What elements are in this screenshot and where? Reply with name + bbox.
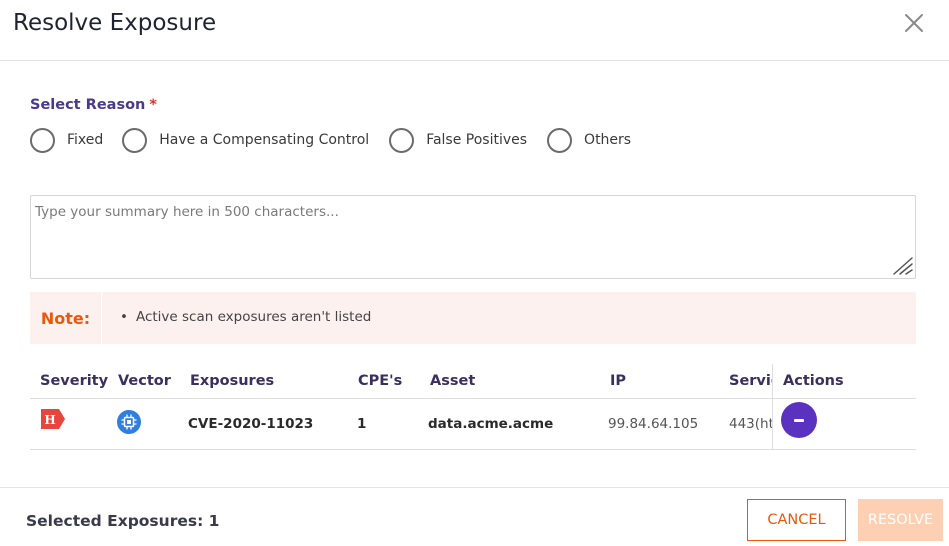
column-header-ip[interactable]: IP xyxy=(610,373,626,389)
radio-label: Fixed xyxy=(67,132,104,148)
asset-name: data.acme.acme xyxy=(428,416,554,432)
table-header-row: Severity Vector Exposures CPE's Asset IP… xyxy=(30,364,916,399)
column-header-asset[interactable]: Asset xyxy=(430,373,475,389)
select-reason-label: Select Reason * xyxy=(30,97,157,113)
bullet-icon: • xyxy=(120,309,128,325)
minus-icon xyxy=(794,419,804,422)
radio-circle[interactable] xyxy=(547,127,573,153)
column-header-exposures[interactable]: Exposures xyxy=(190,373,274,389)
note-item: • Active scan exposures aren't listed xyxy=(120,309,371,325)
remove-exposure-button[interactable] xyxy=(781,402,817,438)
radio-fixed[interactable]: Fixed xyxy=(30,127,104,153)
radio-circle[interactable] xyxy=(122,127,148,153)
actions-column-divider xyxy=(772,364,773,450)
column-header-service[interactable]: Service xyxy=(729,373,772,389)
service-value: 443(https) xyxy=(729,416,772,432)
select-reason-text: Select Reason xyxy=(30,97,146,113)
radio-label: Have a Compensating Control xyxy=(159,132,370,148)
severity-high-badge-icon: H xyxy=(41,409,65,429)
table-row[interactable]: H CVE-2020-11023 1 data.acme.acme 99.84.… xyxy=(30,399,916,450)
cancel-button[interactable]: CANCEL xyxy=(747,499,846,541)
radio-false-positives[interactable]: False Positives xyxy=(389,127,528,153)
exposures-table: Severity Vector Exposures CPE's Asset IP… xyxy=(30,364,916,450)
selected-exposures-count: Selected Exposures: 1 xyxy=(26,512,220,530)
severity-letter: H xyxy=(44,413,55,427)
network-chip-icon xyxy=(117,410,141,434)
resolve-button[interactable]: RESOLVE xyxy=(858,499,943,541)
dialog-header: Resolve Exposure xyxy=(0,0,949,61)
summary-textarea[interactable] xyxy=(30,195,916,279)
service-cell: 443(https) xyxy=(727,399,772,450)
column-header-vector[interactable]: Vector xyxy=(118,373,171,389)
column-header-severity[interactable]: Severity xyxy=(40,373,108,389)
column-header-cpes[interactable]: CPE's xyxy=(358,373,402,389)
radio-label: False Positives xyxy=(426,132,528,148)
radio-circle[interactable] xyxy=(30,127,55,153)
column-header-actions: Actions xyxy=(783,373,844,389)
dialog-footer: Selected Exposures: 1 CANCEL RESOLVE xyxy=(0,487,949,546)
note-label: Note: xyxy=(30,292,102,344)
close-icon xyxy=(905,14,923,32)
exposure-cve-link[interactable]: CVE-2020-11023 xyxy=(188,416,313,432)
radio-label: Others xyxy=(584,132,632,148)
radio-circle[interactable] xyxy=(389,127,415,153)
ip-address: 99.84.64.105 xyxy=(608,416,699,432)
reason-radio-group: Fixed Have a Compensating Control False … xyxy=(30,127,631,153)
dialog-title: Resolve Exposure xyxy=(13,10,217,36)
radio-others[interactable]: Others xyxy=(547,127,632,153)
note-banner: Note: • Active scan exposures aren't list… xyxy=(30,292,916,344)
service-column: Service 443(https) xyxy=(727,364,772,450)
radio-compensating-control[interactable]: Have a Compensating Control xyxy=(122,127,370,153)
note-item-text: Active scan exposures aren't listed xyxy=(135,309,372,325)
cpe-count: 1 xyxy=(357,416,367,432)
close-button[interactable] xyxy=(902,11,926,35)
required-mark: * xyxy=(149,97,157,113)
